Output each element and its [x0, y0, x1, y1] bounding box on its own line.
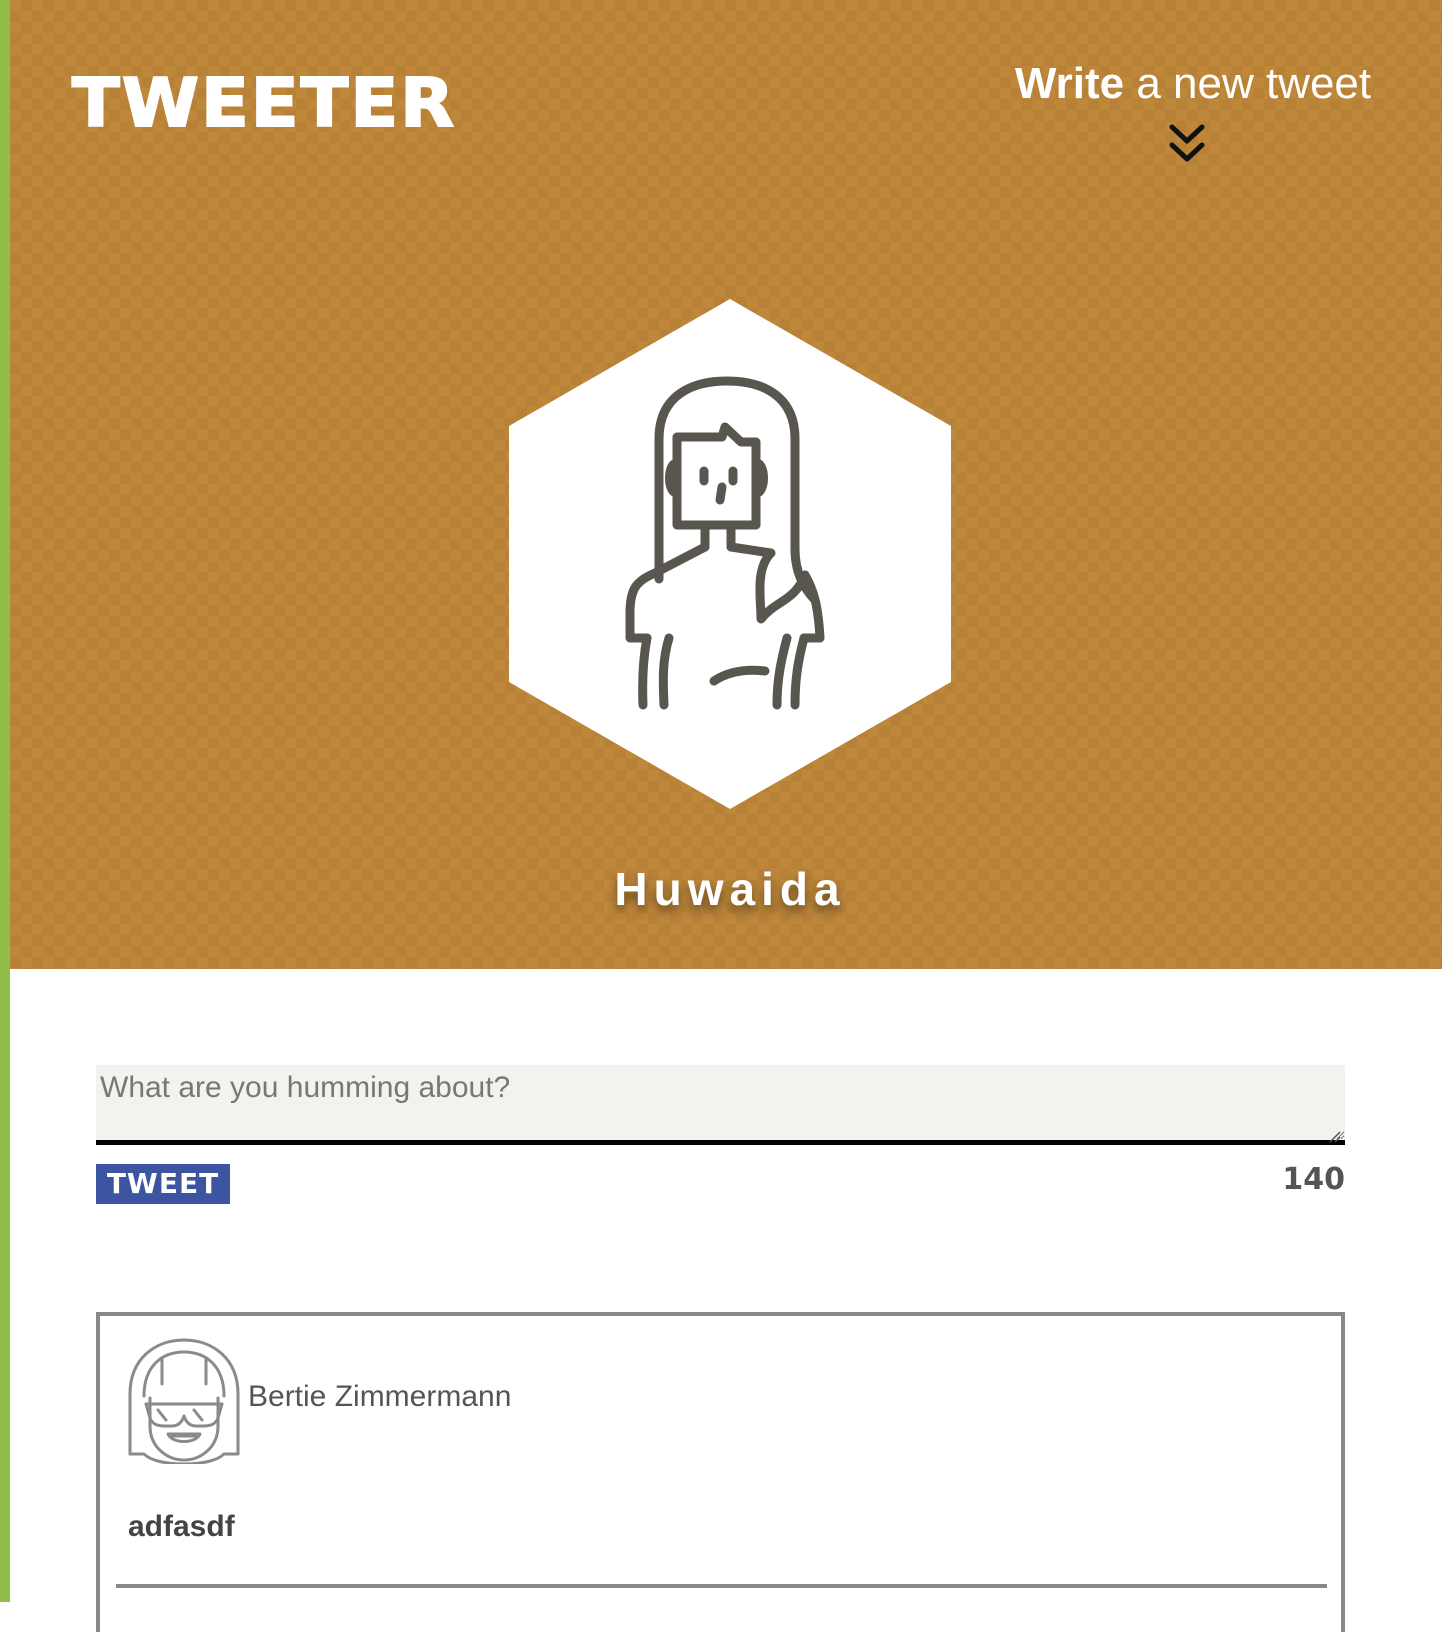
tweet-composer: TWEET 140: [96, 1065, 1345, 1204]
tweet-textarea[interactable]: [96, 1065, 1345, 1145]
page: TWEETER Write a new tweet Huwaida What a…: [0, 0, 1444, 1632]
character-counter: 140: [1282, 1162, 1345, 1197]
profile-avatar-hexagon: [509, 299, 951, 809]
tweet-card: Bertie Zimmermann adfasdf: [96, 1312, 1345, 1632]
write-link-rest: a new tweet: [1124, 59, 1372, 108]
profile-name: Huwaida: [614, 863, 846, 915]
resize-grip-icon[interactable]: [1329, 1131, 1341, 1143]
app-logo: TWEETER: [71, 64, 457, 143]
double-chevron-down-icon[interactable]: [1168, 123, 1206, 167]
profile-header: TWEETER Write a new tweet Huwaida: [10, 0, 1442, 969]
tweet-divider: [116, 1584, 1327, 1588]
tweet-text: adfasdf: [128, 1510, 235, 1543]
man-with-sunglasses-avatar-icon: [128, 1338, 240, 1464]
tweet-button[interactable]: TWEET: [96, 1164, 230, 1204]
write-link-strong: Write: [1014, 59, 1125, 108]
tweet-author-name: Bertie Zimmermann: [248, 1380, 512, 1413]
left-accent-stripe: [0, 0, 10, 1602]
